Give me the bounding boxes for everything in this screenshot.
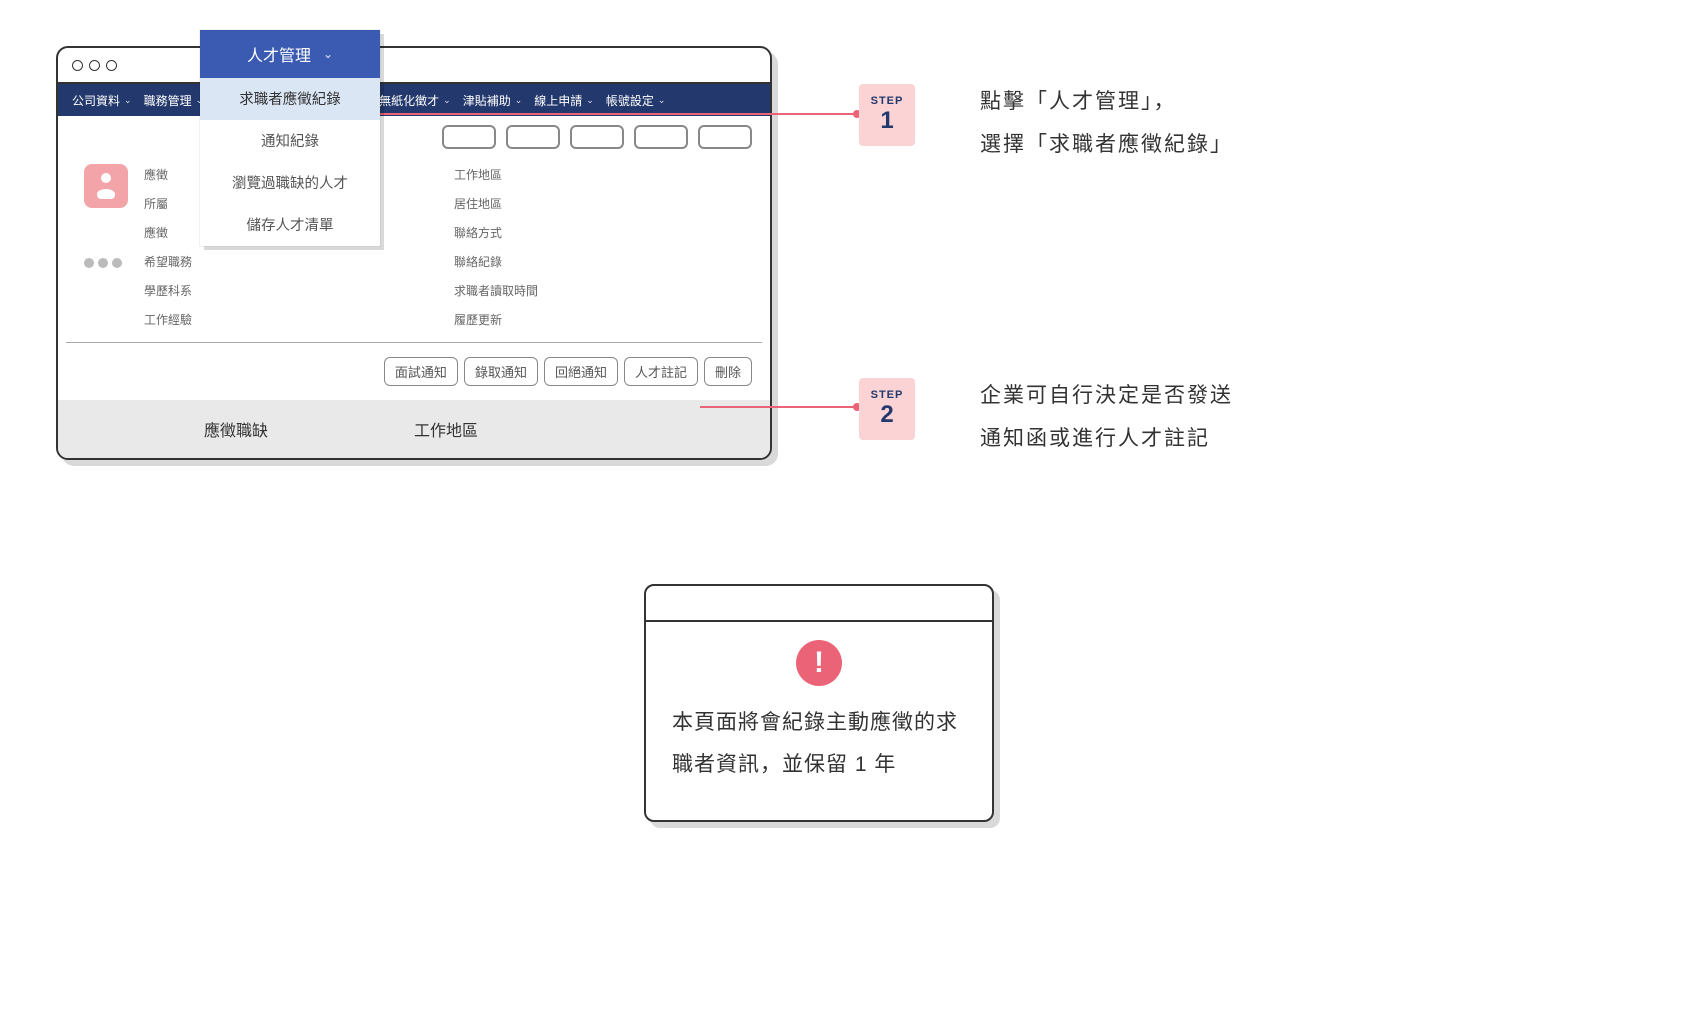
notice-box: ! 本頁面將會紀錄主動應徵的求職者資訊，並保留 1 年	[644, 584, 994, 822]
dropdown-item-notify-log[interactable]: 通知紀錄	[200, 120, 380, 162]
top-nav: 公司資料⌄ 職務管理⌄ 無紙化徵才⌄ 津貼補助⌄ 線上申請⌄ 帳號設定⌄	[58, 84, 770, 116]
talent-dropdown: 人才管理 ⌄ 求職者應徵紀錄 通知紀錄 瀏覽過職缺的人才 儲存人才清單	[200, 30, 380, 246]
dropdown-item-saved[interactable]: 儲存人才清單	[200, 204, 380, 246]
connector-line	[700, 406, 860, 408]
nav-online-apply[interactable]: 線上申請⌄	[528, 92, 600, 109]
more-icon[interactable]	[84, 258, 122, 268]
connector-line	[380, 113, 860, 115]
field-label: 聯絡方式	[454, 224, 538, 241]
step-label: STEP	[871, 95, 904, 107]
action-row: 面試通知 錄取通知 回絕通知 人才註記 刪除	[58, 343, 770, 400]
candidate-row: 應徵 所屬 應徵 希望職務 學歷科系 工作經驗 工作地區 居住地區 聯絡方式 聯…	[66, 158, 762, 343]
nav-subsidy[interactable]: 津貼補助⌄	[457, 92, 529, 109]
dropdown-item-browsed[interactable]: 瀏覽過職缺的人才	[200, 162, 380, 204]
filter-box[interactable]	[698, 125, 752, 149]
field-label: 學歷科系	[144, 282, 214, 299]
accept-notice-button[interactable]: 錄取通知	[464, 357, 538, 386]
field-label: 希望職務	[144, 253, 214, 270]
chevron-down-icon: ⌄	[658, 95, 666, 106]
delete-button[interactable]: 刪除	[704, 357, 752, 386]
notice-text: 本頁面將會紀錄主動應徵的求職者資訊，並保留 1 年	[672, 702, 966, 786]
nav-paperless[interactable]: 無紙化徵才⌄	[373, 92, 457, 109]
browser-window: 公司資料⌄ 職務管理⌄ 無紙化徵才⌄ 津貼補助⌄ 線上申請⌄ 帳號設定⌄ 應徵 …	[56, 46, 772, 460]
step-number: 2	[880, 401, 893, 429]
step-2-text: 企業可自行決定是否發送 通知函或進行人才註記	[980, 374, 1233, 460]
summary-row: 應徵職缺 工作地區	[58, 400, 770, 458]
step-label: STEP	[871, 389, 904, 401]
field-label: 聯絡紀錄	[454, 253, 538, 270]
summary-left: 應徵職缺	[58, 417, 414, 441]
browser-chrome	[58, 48, 770, 84]
step-1-text: 點擊「人才管理」， 選擇「求職者應徵紀錄」	[980, 80, 1233, 166]
chevron-down-icon: ⌄	[124, 95, 132, 106]
chevron-down-icon: ⌄	[515, 95, 523, 106]
interview-notice-button[interactable]: 面試通知	[384, 357, 458, 386]
summary-right: 工作地區	[414, 417, 478, 441]
reject-notice-button[interactable]: 回絕通知	[544, 357, 618, 386]
chevron-down-icon: ⌄	[586, 95, 594, 106]
field-label: 履歷更新	[454, 311, 538, 328]
chevron-down-icon: ⌄	[323, 47, 333, 61]
field-label: 求職者讀取時間	[454, 282, 538, 299]
filter-box[interactable]	[570, 125, 624, 149]
filter-box[interactable]	[634, 125, 688, 149]
nav-company[interactable]: 公司資料⌄	[66, 92, 138, 109]
traffic-light-icon	[89, 60, 100, 71]
step-number: 1	[880, 107, 893, 135]
notice-header	[646, 586, 992, 622]
nav-jobs[interactable]: 職務管理⌄	[138, 92, 210, 109]
filter-box[interactable]	[442, 125, 496, 149]
filter-row	[58, 116, 770, 158]
talent-note-button[interactable]: 人才註記	[624, 357, 698, 386]
nav-account[interactable]: 帳號設定⌄	[600, 92, 672, 109]
field-label: 居住地區	[454, 195, 538, 212]
dropdown-header[interactable]: 人才管理 ⌄	[200, 30, 380, 78]
person-icon	[84, 164, 128, 208]
filter-box[interactable]	[506, 125, 560, 149]
field-label: 工作地區	[454, 166, 538, 183]
step-badge-2: STEP 2	[859, 378, 915, 440]
dropdown-item-applicants[interactable]: 求職者應徵紀錄	[200, 78, 380, 120]
traffic-light-icon	[106, 60, 117, 71]
warning-icon: !	[796, 640, 842, 686]
step-badge-1: STEP 1	[859, 84, 915, 146]
traffic-light-icon	[72, 60, 83, 71]
chevron-down-icon: ⌄	[443, 95, 451, 106]
field-label: 工作經驗	[144, 311, 214, 328]
